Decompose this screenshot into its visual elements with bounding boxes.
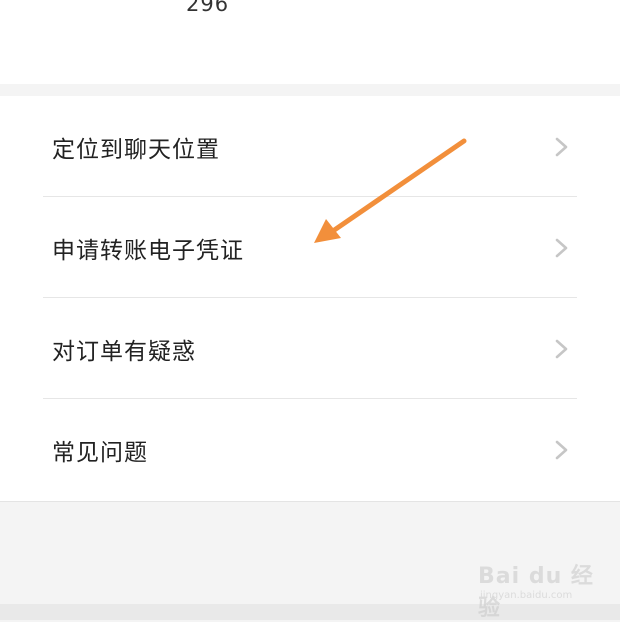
chevron-right-icon	[555, 440, 568, 459]
menu-item-label: 对订单有疑惑	[52, 338, 196, 365]
top-section: 296	[0, 0, 620, 84]
menu-list: 定位到聊天位置 申请转账电子凭证 对订单有疑惑 常见问题	[0, 96, 620, 502]
watermark-logo: Bai du 经验 jingyan.baidu.com	[470, 556, 600, 621]
chevron-right-icon	[555, 137, 568, 156]
menu-item-faq[interactable]: 常见问题	[0, 399, 620, 500]
chevron-right-icon	[555, 238, 568, 257]
menu-item-order-question[interactable]: 对订单有疑惑	[0, 298, 620, 399]
chevron-right-icon	[555, 339, 568, 358]
menu-item-transfer-receipt[interactable]: 申请转账电子凭证	[0, 197, 620, 298]
watermark-subtext: jingyan.baidu.com	[480, 590, 573, 601]
menu-item-label: 定位到聊天位置	[52, 136, 220, 163]
menu-item-locate-chat[interactable]: 定位到聊天位置	[0, 96, 620, 197]
menu-item-label: 常见问题	[52, 439, 148, 466]
top-number: 296	[186, 0, 230, 16]
menu-item-label: 申请转账电子凭证	[52, 237, 244, 264]
